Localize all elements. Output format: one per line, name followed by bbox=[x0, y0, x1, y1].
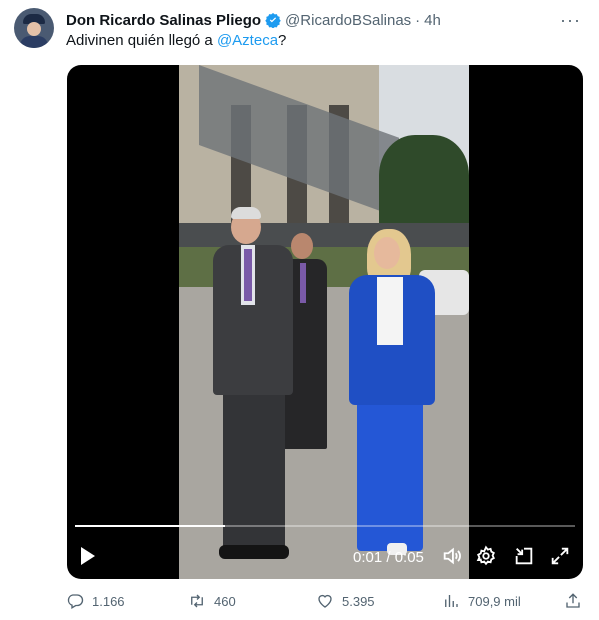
share-icon bbox=[566, 593, 580, 608]
views-chart-icon bbox=[445, 595, 458, 607]
author-handle[interactable]: @RicardoBSalinas bbox=[285, 12, 411, 29]
play-icon[interactable] bbox=[81, 547, 95, 565]
video-timecode: 0:01 / 0:05 bbox=[353, 549, 424, 566]
reply-count: 1.166 bbox=[92, 593, 125, 609]
avatar-face bbox=[27, 22, 41, 36]
retweet-icon bbox=[191, 594, 203, 608]
tweet-text: Adivinen quién llegó a @Azteca? bbox=[66, 32, 286, 49]
tweet-text-prefix: Adivinen quién llegó a bbox=[66, 32, 217, 49]
volume-icon[interactable] bbox=[441, 545, 465, 569]
fullscreen-icon[interactable] bbox=[549, 545, 573, 569]
tweet-actions-bar: 1.166 460 5.395 709,9 mil bbox=[66, 592, 586, 614]
share-button[interactable] bbox=[564, 592, 590, 610]
tweet-timestamp[interactable]: 4h bbox=[424, 12, 441, 29]
scene-beam bbox=[179, 223, 469, 247]
author-avatar[interactable] bbox=[14, 8, 54, 48]
more-options-icon[interactable]: ··· bbox=[560, 10, 581, 31]
verified-badge-icon bbox=[265, 12, 281, 29]
video-controls: 0:01 / 0:05 bbox=[67, 539, 583, 575]
video-progress-bar[interactable] bbox=[75, 525, 575, 527]
heart-icon bbox=[318, 594, 332, 608]
like-count: 5.395 bbox=[342, 593, 375, 609]
video-progress-fill bbox=[75, 525, 225, 527]
reply-button[interactable]: 1.166 bbox=[66, 592, 125, 610]
like-button[interactable]: 5.395 bbox=[316, 592, 375, 610]
settings-gear-icon[interactable] bbox=[475, 545, 499, 569]
exit-fullscreen-icon[interactable] bbox=[513, 545, 537, 569]
scene-tree bbox=[379, 135, 469, 235]
mention-link[interactable]: @Azteca bbox=[217, 32, 278, 49]
tweet-text-suffix: ? bbox=[278, 32, 287, 49]
retweet-button[interactable]: 460 bbox=[188, 592, 236, 610]
header-separator: · bbox=[415, 11, 421, 29]
reply-icon bbox=[67, 594, 84, 609]
tweet-header: Don Ricardo Salinas Pliego @RicardoBSali… bbox=[66, 10, 579, 30]
retweet-count: 460 bbox=[214, 593, 236, 609]
author-name[interactable]: Don Ricardo Salinas Pliego bbox=[66, 12, 261, 29]
views-count: 709,9 mil bbox=[468, 593, 521, 609]
avatar-body bbox=[20, 36, 48, 48]
video-frame[interactable] bbox=[179, 65, 469, 579]
video-player[interactable]: 0:01 / 0:05 bbox=[67, 65, 583, 579]
views-button[interactable]: 709,9 mil bbox=[442, 592, 521, 610]
